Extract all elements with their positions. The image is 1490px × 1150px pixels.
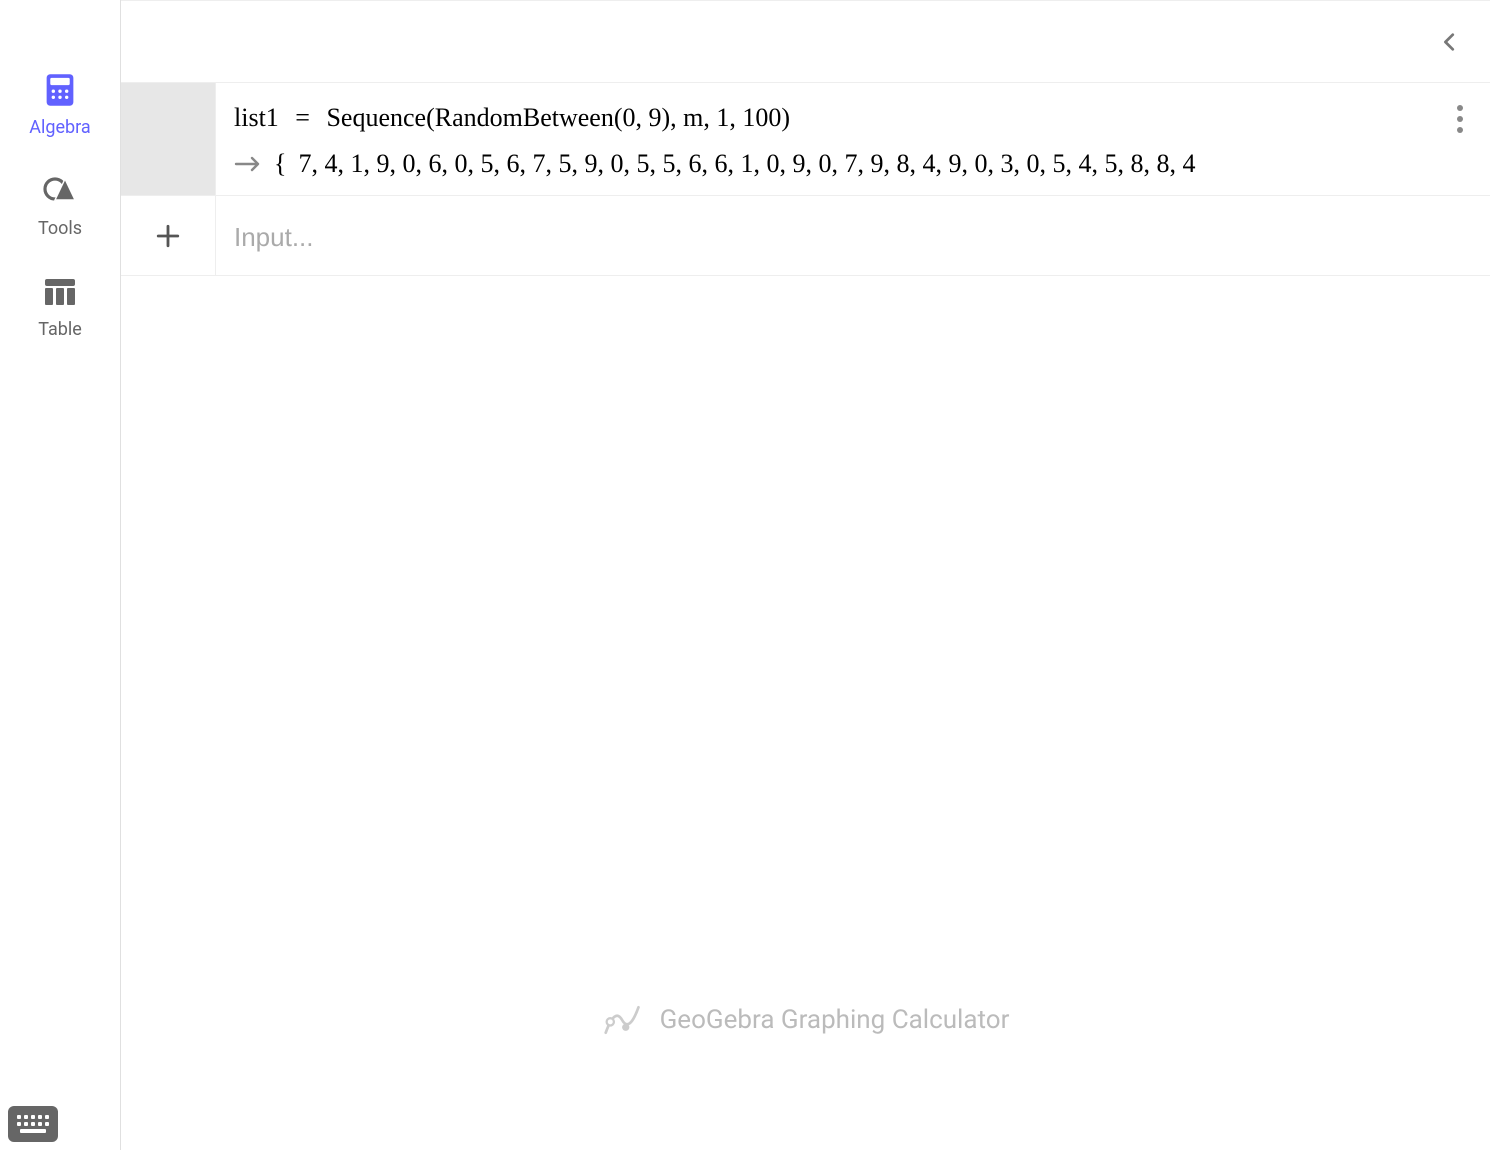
algebra-entry-row[interactable]: list1 = Sequence(RandomBetween(0, 9), m,… xyxy=(121,83,1490,196)
graph-logo-icon xyxy=(602,1000,642,1040)
sidebar: Algebra Tools Table xyxy=(0,0,121,1150)
tools-icon xyxy=(43,174,77,208)
topbar xyxy=(121,1,1490,83)
sidebar-item-table[interactable]: Table xyxy=(0,257,120,358)
plus-icon xyxy=(155,223,181,249)
footer-brand: GeoGebra Graphing Calculator xyxy=(602,1000,1010,1040)
more-vertical-icon xyxy=(1457,105,1463,133)
keyboard-icon xyxy=(17,1115,49,1133)
calculator-icon xyxy=(43,73,77,107)
sidebar-item-algebra[interactable]: Algebra xyxy=(0,55,120,156)
main-panel: list1 = Sequence(RandomBetween(0, 9), m,… xyxy=(121,0,1490,1150)
output-values: 7, 4, 1, 9, 0, 6, 0, 5, 6, 7, 5, 9, 0, 5… xyxy=(298,149,1195,179)
add-row-button[interactable] xyxy=(121,196,216,275)
table-icon xyxy=(43,275,77,309)
output-arrow-icon xyxy=(234,149,262,179)
new-input-row xyxy=(121,196,1490,276)
output-line: {7, 4, 1, 9, 0, 6, 0, 5, 6, 7, 5, 9, 0, … xyxy=(234,149,1412,179)
row-content: list1 = Sequence(RandomBetween(0, 9), m,… xyxy=(216,83,1430,195)
expression-body: Sequence(RandomBetween(0, 9), m, 1, 100) xyxy=(326,103,790,132)
row-more-button[interactable] xyxy=(1430,83,1490,195)
sidebar-item-label: Algebra xyxy=(29,117,90,138)
sidebar-item-tools[interactable]: Tools xyxy=(0,156,120,257)
chevron-left-icon xyxy=(1439,31,1461,53)
algebra-rows: list1 = Sequence(RandomBetween(0, 9), m,… xyxy=(121,83,1490,276)
object-name: list1 xyxy=(234,103,279,132)
sidebar-item-label: Table xyxy=(38,319,82,340)
footer-brand-text: GeoGebra Graphing Calculator xyxy=(660,1005,1010,1035)
output-open-brace: { xyxy=(274,149,286,179)
expression-input[interactable] xyxy=(234,222,1472,253)
row-handle[interactable] xyxy=(121,83,216,195)
sidebar-item-label: Tools xyxy=(38,218,82,239)
input-cell xyxy=(216,196,1490,275)
equals-sign: = xyxy=(295,103,310,132)
expression-line[interactable]: list1 = Sequence(RandomBetween(0, 9), m,… xyxy=(234,103,1412,133)
virtual-keyboard-button[interactable] xyxy=(8,1106,58,1142)
collapse-panel-button[interactable] xyxy=(1430,22,1470,62)
